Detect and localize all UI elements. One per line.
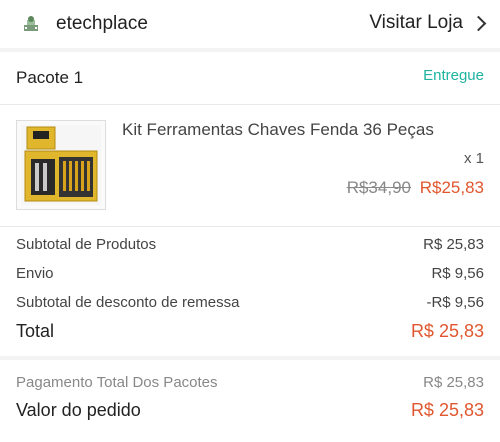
breakdown-value: R$ 25,83 — [423, 236, 484, 253]
visit-store-button[interactable]: Visitar Loja — [369, 12, 488, 34]
payment-total-label: Pagamento Total Dos Pacotes — [16, 374, 218, 391]
breakdown-label: Subtotal de Produtos — [16, 236, 157, 253]
breakdown-row-shipping: Envio R$ 9,56 — [16, 265, 484, 282]
order-value: R$ 25,83 — [410, 400, 484, 420]
payment-total-value: R$ 25,83 — [423, 374, 484, 391]
breakdown-row-shipping-discount: Subtotal de desconto de remessa -R$ 9,56 — [16, 294, 484, 311]
discounted-price: R$25,83 — [419, 178, 484, 197]
chevron-right-icon — [470, 15, 487, 31]
divider — [0, 226, 500, 227]
store-name[interactable]: etechplace — [56, 13, 148, 35]
store-logo-icon — [22, 15, 40, 33]
package-status: Entregue — [423, 67, 484, 84]
product-name[interactable]: Kit Ferramentas Chaves Fenda 36 Peças — [122, 120, 434, 140]
package-title: Pacote 1 — [16, 68, 84, 87]
total-label: Total — [16, 321, 55, 341]
order-summary: Pagamento Total Dos Pacotes R$ 25,83 Val… — [0, 360, 500, 442]
total-row: Total R$ 25,83 — [16, 321, 484, 342]
breakdown-label: Subtotal de desconto de remessa — [16, 294, 240, 311]
divider — [0, 104, 500, 105]
breakdown-value: R$ 9,56 — [431, 265, 484, 282]
visit-store-label: Visitar Loja — [369, 12, 463, 33]
breakdown-value: -R$ 9,56 — [426, 294, 484, 311]
payment-total-row: Pagamento Total Dos Pacotes R$ 25,83 — [16, 374, 484, 391]
breakdown-row-subtotal: Subtotal de Produtos R$ 25,83 — [16, 236, 484, 253]
product-quantity: x 1 — [463, 150, 484, 167]
package-card: Pacote 1 Entregue Kit Ferramentas Chaves… — [0, 52, 500, 356]
total-value: R$ 25,83 — [410, 321, 484, 341]
original-price: R$34,90 — [346, 178, 411, 197]
breakdown-label: Envio — [16, 265, 54, 282]
product-prices: R$34,90 R$25,83 — [347, 178, 484, 198]
store-header: etechplace Visitar Loja — [0, 0, 500, 48]
order-value-label: Valor do pedido — [16, 400, 141, 420]
product-image[interactable] — [16, 120, 106, 210]
order-value-row: Valor do pedido R$ 25,83 — [16, 400, 484, 421]
